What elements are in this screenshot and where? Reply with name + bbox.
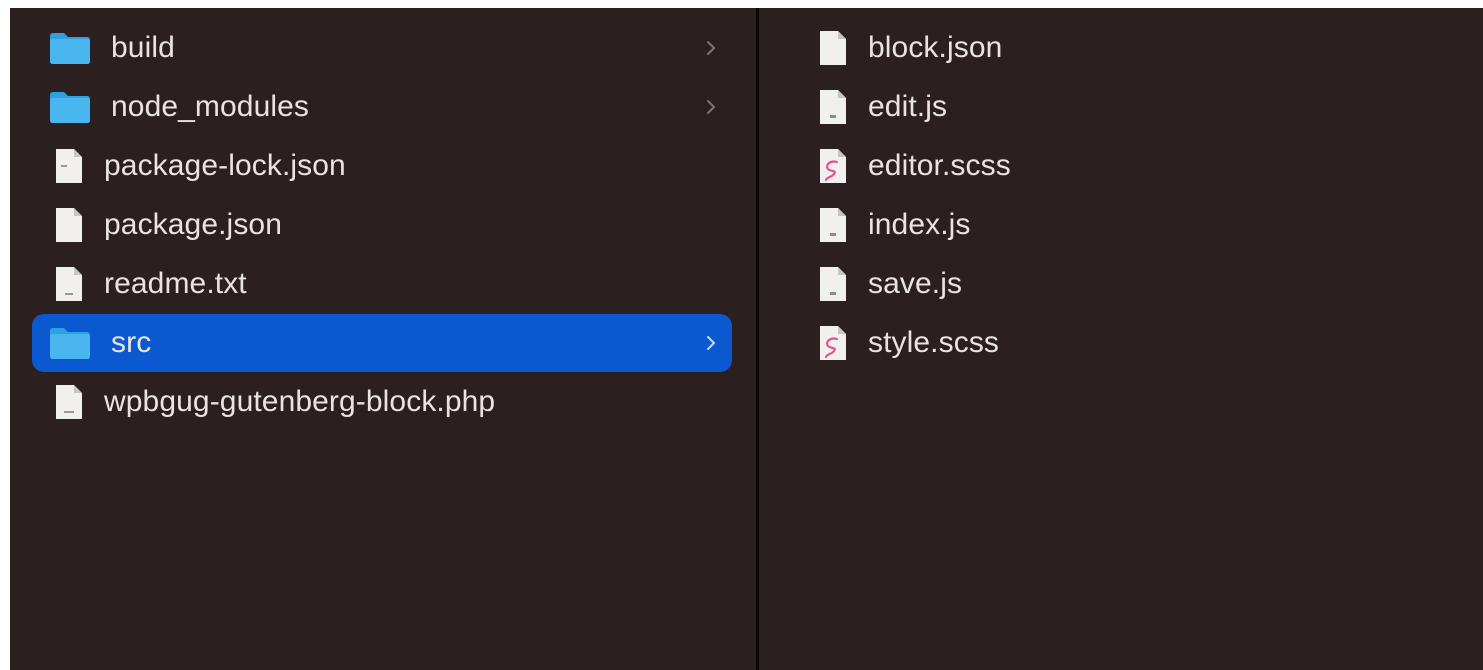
list-item-style-scss[interactable]: style.scss (808, 314, 1483, 372)
item-label: edit.js (868, 90, 948, 123)
list-item-build[interactable]: build (32, 19, 732, 77)
js-file-icon (820, 267, 846, 301)
php-file-icon (56, 385, 82, 419)
item-label: build (111, 31, 175, 64)
list-item-plugin-php[interactable]: wpbgug-gutenberg-block.php (32, 373, 732, 431)
json-file-icon (820, 31, 846, 65)
list-item-edit-js[interactable]: edit.js (808, 78, 1483, 136)
item-label: save.js (868, 267, 963, 300)
chevron-right-icon (707, 336, 715, 350)
list-item-readme-txt[interactable]: readme.txt (32, 255, 732, 313)
column-src-contents[interactable]: block.json edit.js editor.scss index.js … (759, 8, 1483, 670)
list-item-editor-scss[interactable]: editor.scss (808, 137, 1483, 195)
json-file-icon (56, 208, 82, 242)
item-label: wpbgug-gutenberg-block.php (104, 385, 496, 418)
js-file-icon (820, 90, 846, 124)
scss-file-icon (820, 149, 846, 183)
folder-icon (50, 92, 90, 123)
js-file-icon (820, 208, 846, 242)
item-label: block.json (868, 31, 1003, 64)
finder-column-view: build node_modules package-lock.json pac… (10, 8, 1483, 670)
item-label: index.js (868, 208, 971, 241)
chevron-right-icon (707, 41, 715, 55)
list-item-save-js[interactable]: save.js (808, 255, 1483, 313)
list-item-package-json[interactable]: package.json (32, 196, 732, 254)
scss-file-icon (820, 326, 846, 360)
json-file-icon (56, 149, 82, 183)
folder-icon (50, 328, 90, 359)
text-file-icon (56, 267, 82, 301)
list-item-index-js[interactable]: index.js (808, 196, 1483, 254)
column-project-root[interactable]: build node_modules package-lock.json pac… (10, 8, 756, 670)
list-item-package-lock-json[interactable]: package-lock.json (32, 137, 732, 195)
item-label: style.scss (868, 326, 1000, 359)
item-label: node_modules (111, 90, 310, 123)
item-label: readme.txt (104, 267, 247, 300)
folder-icon (50, 33, 90, 64)
item-label: src (111, 326, 152, 359)
item-label: package.json (104, 208, 282, 241)
list-item-src[interactable]: src (32, 314, 732, 372)
item-label: editor.scss (868, 149, 1011, 182)
chevron-right-icon (707, 100, 715, 114)
list-item-block-json[interactable]: block.json (808, 19, 1483, 77)
item-label: package-lock.json (104, 149, 346, 182)
list-item-node-modules[interactable]: node_modules (32, 78, 732, 136)
